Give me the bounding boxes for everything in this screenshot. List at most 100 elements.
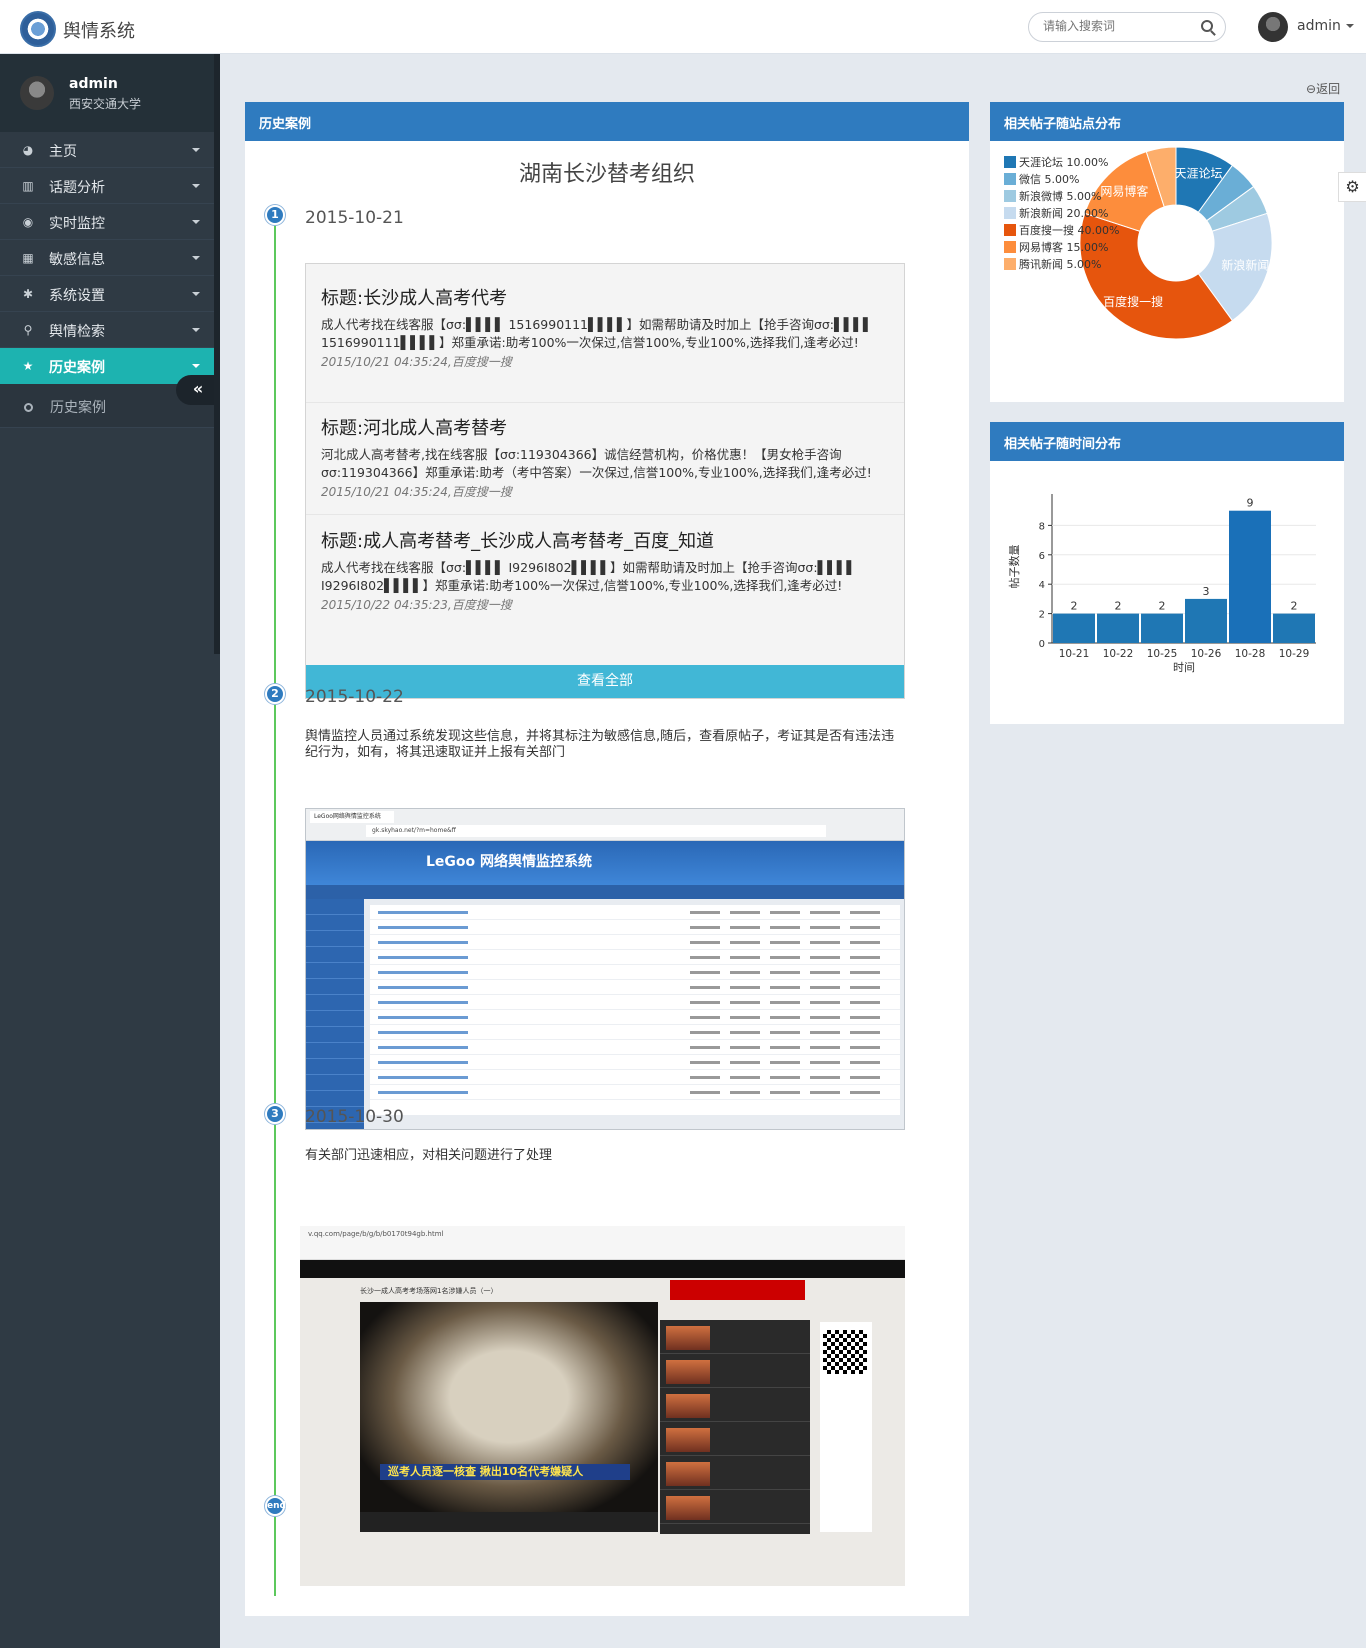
legend-item[interactable]: 腾讯新闻 5.00% bbox=[1004, 256, 1119, 273]
browser-bar: v.qq.com/page/b/g/b/b0170t94gb.html bbox=[300, 1226, 905, 1260]
system-screenshot-image: LeGoo网络舆情监控系统 gk.skyhao.net/?m=home&ff L… bbox=[305, 808, 905, 1130]
back-label: 返回 bbox=[1316, 82, 1341, 96]
divider bbox=[306, 402, 904, 403]
chart-legend: 天涯论坛 10.00% 微信 5.00% 新浪微博 5.00% 新浪新闻 20.00%… bbox=[1004, 154, 1119, 273]
legend-swatch bbox=[1004, 241, 1016, 253]
post-title[interactable]: 标题:成人高考替考_长沙成人高考替考_百度_知道 bbox=[321, 527, 891, 553]
news-video-screenshot-image: v.qq.com/page/b/g/b/b0170t94gb.html 长沙一成… bbox=[300, 1226, 905, 1586]
bar[interactable] bbox=[1053, 613, 1095, 643]
logo-icon bbox=[20, 11, 56, 47]
bar[interactable] bbox=[1097, 613, 1139, 643]
legend-swatch bbox=[1004, 173, 1016, 185]
time-distribution-panel: 相关帖子随时间分布 0 2 4 6 8 2 10-21 2 10-22 2 10-25 3 10-26 9… bbox=[990, 422, 1344, 724]
search-input[interactable] bbox=[1043, 19, 1193, 33]
gear-icon: ✱ bbox=[22, 287, 34, 301]
legend-item[interactable]: 新浪新闻 20.00% bbox=[1004, 205, 1119, 222]
bar[interactable] bbox=[1229, 510, 1271, 643]
bar[interactable] bbox=[1185, 598, 1227, 643]
sidebar-subitem-label: 历史案例 bbox=[50, 400, 106, 416]
eye-icon: ◉ bbox=[22, 215, 34, 229]
x-tick-label: 10-21 bbox=[1059, 648, 1090, 660]
post-body: 河北成人高考替考,找在线客服【σσ:119304366】诚信经营机构，价格优惠！… bbox=[321, 447, 872, 480]
settings-gear-button[interactable]: ⚙ bbox=[1338, 172, 1366, 202]
bar-value-label: 2 bbox=[1071, 600, 1078, 613]
y-tick-label: 6 bbox=[1039, 551, 1045, 562]
post-title[interactable]: 标题:长沙成人高考代考 bbox=[321, 284, 891, 310]
site-distribution-panel: 相关帖子随站点分布 天涯论坛 新浪新闻 百度搜一搜 网易博客 天涯论坛 10.00% 微… bbox=[990, 102, 1344, 402]
legend-item[interactable]: 网易博客 15.00% bbox=[1004, 239, 1119, 256]
pie-slice-label: 百度搜一搜 bbox=[1103, 294, 1163, 309]
x-axis-title: 时间 bbox=[1173, 661, 1195, 674]
sidebar-item-label: 实时监控 bbox=[49, 216, 105, 232]
panel-title: 相关帖子随时间分布 bbox=[990, 422, 1344, 461]
sidebar-item-realtime-monitor[interactable]: ◉ 实时监控 bbox=[0, 204, 220, 240]
sidebar-item-home[interactable]: ◕ 主页 bbox=[0, 132, 220, 168]
legend-label: 新浪新闻 20.00% bbox=[1019, 207, 1109, 220]
site-header bbox=[300, 1260, 905, 1278]
bar[interactable] bbox=[1273, 613, 1315, 643]
legend-item[interactable]: 微信 5.00% bbox=[1004, 171, 1119, 188]
y-tick-label: 4 bbox=[1039, 580, 1045, 591]
timeline-marker: 2 bbox=[265, 684, 285, 704]
legend-swatch bbox=[1004, 258, 1016, 270]
post-item[interactable]: 标题:长沙成人高考代考 成人代考找在线客服【σσ:▌▌▌▌ 1516990111… bbox=[321, 284, 891, 370]
timeline-date: 2015-10-22 bbox=[305, 687, 404, 707]
sidebar: admin 西安交通大学 ◕ 主页 ▥ 话题分析 ◉ 实时监控 ▦ 敏感信息 ✱… bbox=[0, 54, 220, 1648]
legend-label: 天涯论坛 10.00% bbox=[1019, 156, 1109, 169]
legend-label: 新浪微博 5.00% bbox=[1019, 190, 1102, 203]
back-link[interactable]: ⊖返回 bbox=[1306, 80, 1340, 97]
user-name: admin bbox=[1297, 18, 1341, 34]
video-caption: 巡考人员逐一核查 揪出10名代考嫌疑人 bbox=[380, 1464, 630, 1480]
chevron-down-icon bbox=[192, 292, 200, 296]
video-title: 长沙一成人高考考场落网1名涉嫌人员（一） bbox=[360, 1287, 498, 1295]
timeline-marker: 1 bbox=[265, 205, 285, 225]
search-icon[interactable] bbox=[1201, 20, 1213, 32]
x-tick-label: 10-25 bbox=[1147, 648, 1178, 660]
legend-item[interactable]: 新浪微博 5.00% bbox=[1004, 188, 1119, 205]
timeline-text: 有关部门迅速相应，对相关问题进行了处理 bbox=[305, 1148, 553, 1163]
bar[interactable] bbox=[1141, 613, 1183, 643]
post-item[interactable]: 标题:成人高考替考_长沙成人高考替考_百度_知道 成人代考找在线客服【σσ:▌▌… bbox=[321, 527, 891, 613]
avatar[interactable] bbox=[1258, 12, 1288, 42]
legend-swatch bbox=[1004, 156, 1016, 168]
chevron-down-icon bbox=[192, 148, 200, 152]
system-nav bbox=[306, 885, 904, 899]
circle-icon bbox=[24, 403, 33, 412]
video-frame bbox=[360, 1302, 658, 1512]
bar-chart-icon: ▥ bbox=[22, 179, 34, 193]
pie-slice-label: 天涯论坛 bbox=[1175, 167, 1223, 181]
post-title[interactable]: 标题:河北成人高考替考 bbox=[321, 414, 891, 440]
panel-title: 相关帖子随站点分布 bbox=[990, 102, 1344, 141]
sidebar-shadow bbox=[214, 54, 220, 654]
table-icon: ▦ bbox=[22, 251, 34, 265]
x-tick-label: 10-29 bbox=[1279, 648, 1310, 660]
legend-item[interactable]: 天涯论坛 10.00% bbox=[1004, 154, 1119, 171]
panel-title: 历史案例 bbox=[245, 102, 969, 141]
post-body: 成人代考找在线客服【σσ:▌▌▌▌ I9296I802▌▌▌▌】如需帮助请及时加… bbox=[321, 560, 856, 593]
sidebar-item-search[interactable]: ⚲ 舆情检索 bbox=[0, 312, 220, 348]
user-menu[interactable]: admin bbox=[1297, 18, 1354, 34]
timeline-text: 舆情监控人员通过系统发现这些信息，并将其标注为敏感信息,随后，查看原帖子，考证其… bbox=[305, 729, 895, 760]
ad-banner bbox=[670, 1280, 805, 1300]
sidebar-item-label: 舆情检索 bbox=[49, 324, 105, 340]
pie-slice-label: 新浪新闻 bbox=[1221, 258, 1269, 273]
sidebar-item-settings[interactable]: ✱ 系统设置 bbox=[0, 276, 220, 312]
legend-swatch bbox=[1004, 224, 1016, 236]
search-box[interactable] bbox=[1028, 12, 1226, 42]
sidebar-profile: admin 西安交通大学 bbox=[0, 54, 220, 132]
video-controls bbox=[360, 1512, 658, 1532]
browser-chrome: LeGoo网络舆情监控系统 gk.skyhao.net/?m=home&ff bbox=[306, 809, 904, 841]
sidebar-item-sensitive-info[interactable]: ▦ 敏感信息 bbox=[0, 240, 220, 276]
legend-label: 百度搜一搜 40.00% bbox=[1019, 224, 1120, 237]
post-item[interactable]: 标题:河北成人高考替考 河北成人高考替考,找在线客服【σσ:119304366】… bbox=[321, 414, 891, 500]
qr-code bbox=[823, 1330, 867, 1374]
sidebar-item-topic-analysis[interactable]: ▥ 话题分析 bbox=[0, 168, 220, 204]
post-meta: 2015/10/21 04:35:24,百度搜一搜 bbox=[321, 355, 512, 369]
legend-swatch bbox=[1004, 190, 1016, 202]
legend-label: 网易博客 15.00% bbox=[1019, 241, 1109, 254]
chevron-down-icon bbox=[192, 220, 200, 224]
chevron-down-icon bbox=[192, 364, 200, 368]
legend-item[interactable]: 百度搜一搜 40.00% bbox=[1004, 222, 1119, 239]
sidebar-item-label: 历史案例 bbox=[49, 360, 105, 376]
case-title: 湖南长沙替考组织 bbox=[518, 162, 695, 187]
